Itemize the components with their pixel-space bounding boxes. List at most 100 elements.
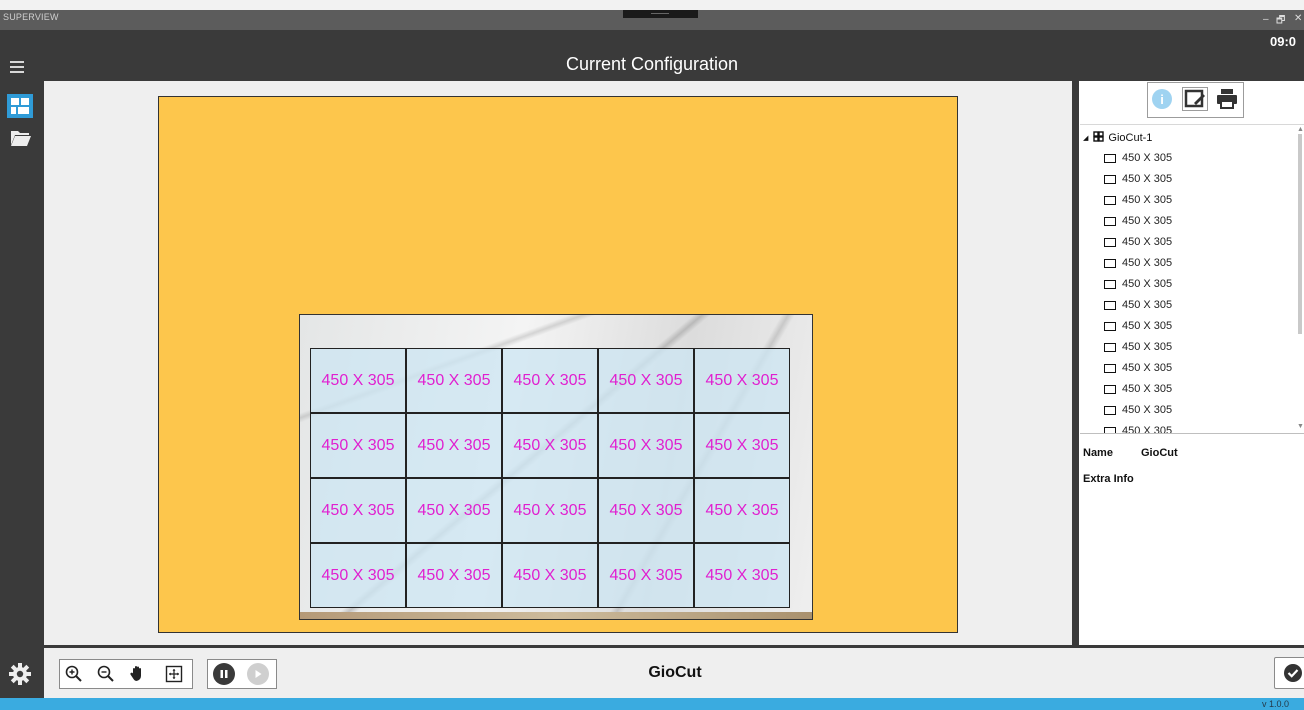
tree-item[interactable]: 450 X 305	[1104, 404, 1172, 416]
pause-icon[interactable]	[213, 663, 235, 685]
cut-piece[interactable]: 450 X 305	[406, 478, 502, 543]
tree-item-label: 450 X 305	[1122, 341, 1173, 353]
cut-piece[interactable]: 450 X 305	[502, 543, 598, 608]
edit-icon[interactable]	[1182, 87, 1208, 111]
rectangle-icon	[1104, 153, 1116, 163]
cut-piece[interactable]: 450 X 305	[310, 543, 406, 608]
tree-item[interactable]: 450 X 305	[1104, 425, 1173, 434]
rectangle-icon	[1104, 195, 1116, 205]
cut-piece[interactable]: 450 X 305	[694, 478, 790, 543]
version-label: v 1.0.0	[1262, 699, 1290, 709]
collapse-arrow-icon[interactable]: ◢	[1083, 134, 1088, 142]
slab-edge	[300, 612, 812, 619]
folder-open-icon[interactable]	[10, 128, 32, 148]
tree-item-label: 450 X 305	[1122, 173, 1173, 185]
tree-scrollbar[interactable]	[1298, 134, 1302, 334]
rectangle-icon	[1104, 384, 1116, 394]
cut-piece[interactable]: 450 X 305	[502, 348, 598, 413]
cut-piece[interactable]: 450 X 305	[598, 543, 694, 608]
window-drag-handle[interactable]	[623, 10, 698, 18]
properties-panel	[1080, 436, 1304, 645]
cut-piece[interactable]: 450 X 305	[694, 348, 790, 413]
window-top-strip	[0, 0, 1304, 10]
tree-item-label: 450 X 305	[1122, 194, 1173, 206]
tree-item[interactable]: 450 X 305	[1104, 362, 1172, 374]
rectangle-icon	[1104, 405, 1116, 415]
scroll-up-icon[interactable]: ▲	[1297, 126, 1304, 133]
cut-piece[interactable]: 450 X 305	[694, 543, 790, 608]
tree-item[interactable]: 450 X 305	[1104, 341, 1172, 353]
scroll-down-icon[interactable]: ▼	[1297, 423, 1304, 430]
tree-item-label: 450 X 305	[1122, 362, 1173, 374]
group-icon	[1093, 131, 1105, 145]
cut-piece[interactable]: 450 X 305	[598, 348, 694, 413]
tree-item-label: 450 X 305	[1122, 257, 1173, 269]
tree-item[interactable]: 450 X 305	[1104, 383, 1172, 395]
tree-item-label: 450 X 305	[1122, 236, 1173, 248]
check-circle-icon	[1284, 664, 1302, 682]
cut-piece[interactable]: 450 X 305	[406, 543, 502, 608]
tree-root-label: GioCut-1	[1108, 132, 1153, 144]
cut-piece[interactable]: 450 X 305	[502, 478, 598, 543]
info-icon[interactable]: i	[1152, 89, 1172, 109]
rectangle-icon	[1104, 237, 1116, 247]
page-title: Current Configuration	[565, 54, 739, 74]
tree-item-label: 450 X 305	[1122, 425, 1173, 434]
pan-hand-icon[interactable]	[127, 663, 149, 685]
tree-item-label: 450 X 305	[1122, 152, 1173, 164]
pieces-tree[interactable]: ◢ GioCut-1 450 X 305 450 X 305 450 X 305 45…	[1080, 124, 1304, 434]
cut-piece[interactable]: 450 X 305	[598, 478, 694, 543]
fit-view-icon[interactable]	[163, 663, 185, 685]
maximize-button[interactable]: 🗗	[1276, 13, 1285, 30]
tree-item-label: 450 X 305	[1122, 404, 1173, 416]
cut-piece[interactable]: 450 X 305	[694, 413, 790, 478]
tree-root[interactable]: ◢ GioCut-1	[1083, 131, 1152, 145]
marble-slab[interactable]: 450 X 305 450 X 305 450 X 305 450 X 305 450 …	[299, 314, 813, 620]
minimize-button[interactable]: –	[1263, 14, 1269, 25]
rectangle-icon	[1104, 300, 1116, 310]
tree-item[interactable]: 450 X 305	[1104, 320, 1172, 332]
cut-piece[interactable]: 450 X 305	[406, 413, 502, 478]
zoom-out-icon[interactable]	[95, 663, 117, 685]
tree-item[interactable]: 450 X 305	[1104, 194, 1172, 206]
tree-item[interactable]: 450 X 305	[1104, 173, 1172, 185]
tree-item-label: 450 X 305	[1122, 299, 1173, 311]
name-value: GioCut	[1141, 447, 1178, 459]
rectangle-icon	[1104, 321, 1116, 331]
close-button[interactable]: ✕	[1294, 13, 1302, 24]
tree-item[interactable]: 450 X 305	[1104, 299, 1172, 311]
tree-item[interactable]: 450 X 305	[1104, 236, 1172, 248]
tree-item-label: 450 X 305	[1122, 278, 1173, 290]
cut-piece[interactable]: 450 X 305	[310, 478, 406, 543]
clock: 09:0	[1270, 34, 1297, 49]
hamburger-menu-icon[interactable]	[10, 60, 26, 74]
tree-item-label: 450 X 305	[1122, 215, 1173, 227]
tree-item[interactable]: 450 X 305	[1104, 257, 1172, 269]
app-name: SUPERVIEW	[3, 12, 59, 22]
cut-piece[interactable]: 450 X 305	[310, 348, 406, 413]
grid-layout-icon[interactable]	[7, 94, 33, 118]
status-bar	[0, 698, 1304, 710]
name-label: Name	[1083, 447, 1113, 459]
rectangle-icon	[1104, 174, 1116, 184]
cut-piece[interactable]: 450 X 305	[310, 413, 406, 478]
cut-piece[interactable]: 450 X 305	[406, 348, 502, 413]
confirm-button[interactable]	[1274, 657, 1304, 689]
tree-item-label: 450 X 305	[1122, 383, 1173, 395]
play-icon[interactable]	[247, 663, 269, 685]
extra-info-label: Extra Info	[1083, 473, 1134, 485]
rectangle-icon	[1104, 426, 1116, 433]
cut-piece[interactable]: 450 X 305	[598, 413, 694, 478]
gear-icon[interactable]	[8, 662, 32, 686]
tree-item[interactable]: 450 X 305	[1104, 215, 1172, 227]
cut-piece[interactable]: 450 X 305	[502, 413, 598, 478]
rectangle-icon	[1104, 363, 1116, 373]
rectangle-icon	[1104, 342, 1116, 352]
rectangle-icon	[1104, 216, 1116, 226]
tree-item[interactable]: 450 X 305	[1104, 152, 1172, 164]
zoom-in-icon[interactable]	[63, 663, 85, 685]
print-icon[interactable]	[1214, 88, 1240, 110]
rectangle-icon	[1104, 258, 1116, 268]
tree-item[interactable]: 450 X 305	[1104, 278, 1172, 290]
rectangle-icon	[1104, 279, 1116, 289]
